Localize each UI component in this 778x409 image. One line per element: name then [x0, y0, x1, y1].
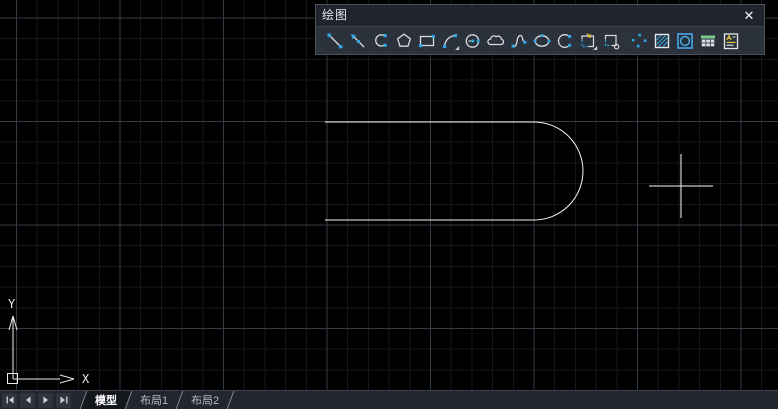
drawing-viewport[interactable]: Y X 绘图 ✕ 模型 布局1 布局2: [0, 0, 778, 409]
construction-line-tool-button[interactable]: [346, 29, 369, 53]
draw-toolbar-iconrow: [316, 27, 764, 55]
ucs-icon: Y X: [7, 297, 90, 386]
point-icon: [631, 33, 646, 48]
ellipse-arc-tool-button[interactable]: [553, 29, 576, 53]
rectangle-icon: [418, 34, 435, 48]
layout-tabbar: 模型 布局1 布局2: [0, 390, 778, 409]
insert-block-tool-button[interactable]: [576, 29, 599, 53]
hatch-icon: [654, 33, 669, 49]
arc-tool-button[interactable]: [438, 29, 461, 53]
tab-model-label: 模型: [95, 395, 117, 407]
gradient-tool-button[interactable]: [673, 29, 696, 53]
revision-cloud-tool-button[interactable]: [484, 29, 507, 53]
tab-nav-first-button[interactable]: [2, 392, 17, 408]
ellipse-tool-button[interactable]: [530, 29, 553, 53]
revision-cloud-icon: [486, 35, 504, 46]
mtext-icon: [723, 33, 738, 50]
spline-icon: [511, 34, 526, 48]
crosshair-cursor: [649, 154, 713, 218]
polygon-tool-button[interactable]: [392, 29, 415, 53]
tab-nav-next-button[interactable]: [38, 392, 53, 408]
construction-line-icon: [350, 34, 364, 48]
tab-layout1[interactable]: 布局1: [125, 391, 184, 409]
polygon-icon: [396, 33, 411, 47]
ucs-x-label: X: [82, 372, 90, 386]
tab-nav-last-button[interactable]: [56, 392, 71, 408]
drawing-canvas[interactable]: [0, 0, 778, 409]
step-previous-icon: [25, 396, 31, 404]
polyline-icon: [374, 34, 387, 47]
insert-block-icon: [580, 33, 597, 50]
step-first-icon: [6, 396, 14, 404]
make-block-icon: [604, 34, 619, 50]
step-next-icon: [42, 396, 48, 404]
tab-model[interactable]: 模型: [79, 391, 133, 409]
tab-nav-buttons: [0, 391, 75, 409]
make-block-tool-button[interactable]: [599, 29, 622, 53]
tab-layout1-label: 布局1: [140, 395, 169, 407]
ucs-y-label: Y: [8, 297, 16, 311]
table-tool-button[interactable]: [696, 29, 719, 53]
table-icon: [700, 35, 715, 47]
step-last-icon: [59, 396, 68, 404]
close-icon[interactable]: ✕: [740, 8, 758, 24]
circle-tool-button[interactable]: [461, 29, 484, 53]
gradient-icon: [676, 33, 693, 49]
draw-toolbar-titlebar[interactable]: 绘图 ✕: [316, 5, 764, 27]
draw-toolbar-title: 绘图: [322, 8, 349, 22]
layout-tabs: 模型 布局1 布局2: [79, 391, 235, 409]
mtext-tool-button[interactable]: [719, 29, 742, 53]
tab-nav-previous-button[interactable]: [20, 392, 35, 408]
ellipse-icon: [533, 34, 550, 47]
arc-icon: [442, 34, 459, 50]
draw-toolbar-panel: 绘图 ✕: [315, 4, 765, 55]
tab-layout2[interactable]: 布局2: [176, 391, 235, 409]
point-tool-button[interactable]: [627, 29, 650, 53]
slot-entity[interactable]: [325, 121, 584, 221]
circle-icon: [465, 34, 480, 48]
line-tool-button[interactable]: [323, 29, 346, 53]
hatch-tool-button[interactable]: [650, 29, 673, 53]
line-icon: [327, 33, 342, 49]
polyline-tool-button[interactable]: [369, 29, 392, 53]
ellipse-arc-icon: [557, 34, 571, 48]
rectangle-tool-button[interactable]: [415, 29, 438, 53]
tab-layout2-label: 布局2: [191, 395, 220, 407]
spline-tool-button[interactable]: [507, 29, 530, 53]
